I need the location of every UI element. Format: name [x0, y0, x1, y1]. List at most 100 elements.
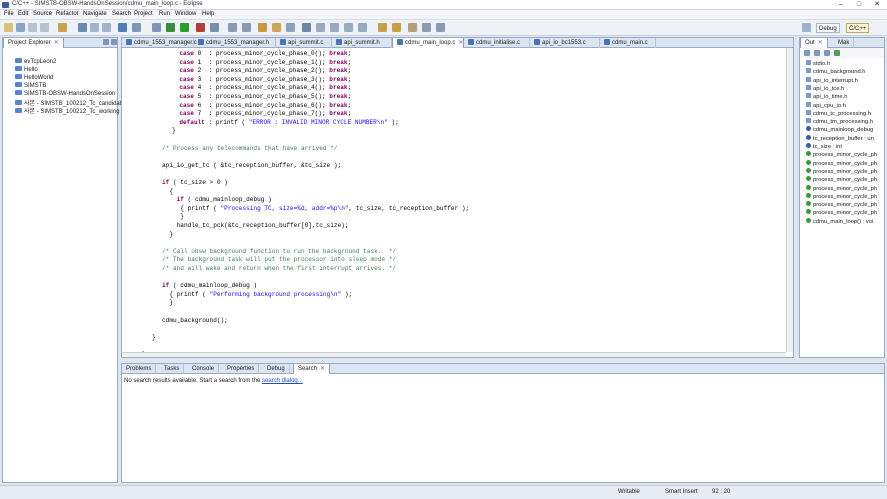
outline-item[interactable]: process_minor_cycle_ph	[806, 209, 877, 217]
editor-tab[interactable]: api_io_bc1553.c	[530, 38, 600, 48]
comment-icon[interactable]	[358, 23, 367, 32]
new-class-icon[interactable]	[118, 23, 127, 32]
menu-edit[interactable]: Edit	[18, 11, 28, 17]
block-select-icon[interactable]	[330, 23, 339, 32]
tab-search[interactable]: Search ✕	[293, 364, 331, 374]
link-editor-icon[interactable]	[111, 39, 117, 45]
outline-item[interactable]: api_io_tce.h	[806, 84, 844, 93]
tree-item-project[interactable]: evTcpLeon2	[15, 58, 56, 66]
hide-nonpublic-icon[interactable]	[834, 50, 840, 56]
outline-item[interactable]: api_io_time.h	[806, 93, 847, 101]
nav-forward-icon[interactable]	[436, 23, 445, 32]
outline-item[interactable]: process_minor_cycle_ph	[806, 151, 877, 159]
menu-file[interactable]: File	[4, 11, 14, 17]
outline-item[interactable]: stdio.h	[806, 60, 830, 68]
perspective-debug-button[interactable]: Debug	[816, 23, 840, 33]
nav-back-icon[interactable]	[422, 23, 431, 32]
menu-source[interactable]: Source	[33, 11, 52, 17]
tab-outline[interactable]: Out ✕	[800, 38, 828, 48]
tree-item-project[interactable]: 사본 - SIMSTB_100212_Tc_working	[15, 106, 119, 115]
editor-tab[interactable]: cdmu_1553_manager.h	[194, 38, 276, 48]
forward-icon[interactable]	[242, 23, 251, 32]
save-icon[interactable]	[16, 23, 25, 32]
menu-refactor[interactable]: Refactor	[56, 11, 79, 17]
tab-properties[interactable]: Properties	[223, 364, 260, 374]
prev-annotation-icon[interactable]	[378, 23, 387, 32]
outline-item[interactable]: tc_size : int	[806, 143, 842, 151]
back-icon[interactable]	[228, 23, 237, 32]
toggle-mark-icon[interactable]	[302, 23, 311, 32]
editor-tab[interactable]: api_summit.h	[332, 38, 392, 48]
new-project-icon[interactable]	[78, 23, 87, 32]
search-icon[interactable]	[210, 23, 219, 32]
outline-item[interactable]: cdmu_main_loop() : voi	[806, 217, 873, 226]
menu-help[interactable]: Help	[202, 11, 214, 17]
outline-item[interactable]: api_io_interrupt.h	[806, 76, 858, 85]
tree-item-project[interactable]: SIMSTB-OBSW-HandsOnSession	[15, 90, 115, 98]
tree-item-project[interactable]: Hello	[15, 66, 38, 74]
hide-static-icon[interactable]	[824, 50, 830, 56]
last-edit-icon[interactable]	[408, 23, 417, 32]
outline-item[interactable]: process_minor_cycle_ph	[806, 159, 877, 168]
run-icon[interactable]	[180, 23, 189, 32]
open-type-icon[interactable]	[132, 23, 141, 32]
editor-tab-active[interactable]: cdmu_main_loop.c ✕	[392, 38, 464, 48]
outline-item[interactable]: process_minor_cycle_ph	[806, 192, 877, 201]
save-all-icon[interactable]	[28, 23, 37, 32]
menu-search[interactable]: Search	[112, 11, 131, 17]
next-annotation-icon[interactable]	[392, 23, 401, 32]
tab-console[interactable]: Console	[188, 364, 220, 374]
close-tab-icon[interactable]: ✕	[818, 40, 823, 46]
outline-item[interactable]: cdmu_mainloop_debug	[806, 126, 873, 134]
hide-fields-icon[interactable]	[814, 50, 820, 56]
open-perspective-icon[interactable]	[802, 23, 811, 32]
debug-icon[interactable]	[166, 23, 175, 32]
search-dialog-link[interactable]: search dialog...	[262, 378, 303, 384]
editor-tab[interactable]: cdmu_main.c	[600, 38, 656, 48]
editor-tab[interactable]: cdmu_initialise.c	[464, 38, 530, 48]
tab-make-targets[interactable]: Mak	[834, 38, 855, 48]
new-file-icon[interactable]	[102, 23, 111, 32]
close-tab-icon[interactable]: ✕	[54, 40, 59, 46]
close-tab-icon[interactable]: ✕	[320, 366, 325, 372]
debug-config-icon[interactable]	[152, 23, 161, 32]
outline-item[interactable]: process_minor_cycle_ph	[806, 201, 877, 209]
outline-item[interactable]: api_cpu_io.h	[806, 101, 846, 110]
editor-vertical-scrollbar[interactable]	[786, 48, 793, 352]
outline-item[interactable]: cdmu_background.h	[806, 68, 866, 76]
annotation-icon[interactable]	[286, 23, 295, 32]
menu-window[interactable]: Window	[175, 11, 196, 17]
task-icon[interactable]	[272, 23, 281, 32]
tree-item-project[interactable]: SIMSTB	[15, 82, 46, 90]
outline-item[interactable]: process_minor_cycle_ph	[806, 167, 877, 176]
minimize-icon[interactable]: –	[832, 0, 850, 9]
perspective-cpp-button[interactable]: C/C++	[846, 23, 870, 33]
tree-item-project[interactable]: 사본 - SIMSTB_100212_Tc_candidate1	[15, 98, 128, 107]
outline-item[interactable]: process_minor_cycle_ph	[806, 176, 877, 184]
print-icon[interactable]	[40, 23, 49, 32]
tab-tasks[interactable]: Tasks	[160, 364, 185, 374]
menu-run[interactable]: Run	[159, 11, 170, 17]
open-folder-icon[interactable]	[258, 23, 267, 32]
editor-tab[interactable]: cdmu_1553_manager.c	[122, 38, 197, 48]
show-whitespace-icon[interactable]	[316, 23, 325, 32]
tree-item-project[interactable]: HelloWorld	[15, 74, 53, 82]
build-icon[interactable]	[58, 23, 67, 32]
outline-item[interactable]: cdmu_tm_processing.h	[806, 118, 873, 126]
tab-problems[interactable]: Problems	[122, 364, 157, 374]
sort-icon[interactable]	[804, 50, 810, 56]
maximize-icon[interactable]: □	[850, 0, 868, 9]
editor-tab[interactable]: api_summit.c	[276, 38, 332, 48]
collapse-all-icon[interactable]	[103, 39, 109, 45]
close-tab-icon[interactable]: ✕	[458, 40, 463, 46]
external-tools-icon[interactable]	[196, 23, 205, 32]
menu-navigate[interactable]: Navigate	[83, 11, 107, 17]
editor-horizontal-scrollbar[interactable]	[122, 352, 786, 357]
close-icon[interactable]: ✕	[868, 0, 886, 9]
tab-project-explorer[interactable]: Project Explorer ✕	[3, 38, 64, 48]
new-folder-icon[interactable]	[90, 23, 99, 32]
new-icon[interactable]	[4, 23, 13, 32]
outline-item[interactable]: process_minor_cycle_ph	[806, 184, 877, 193]
menu-project[interactable]: Project	[134, 11, 153, 17]
code-area[interactable]: case 0 : process_minor_cycle_phase_0(); …	[122, 48, 786, 357]
